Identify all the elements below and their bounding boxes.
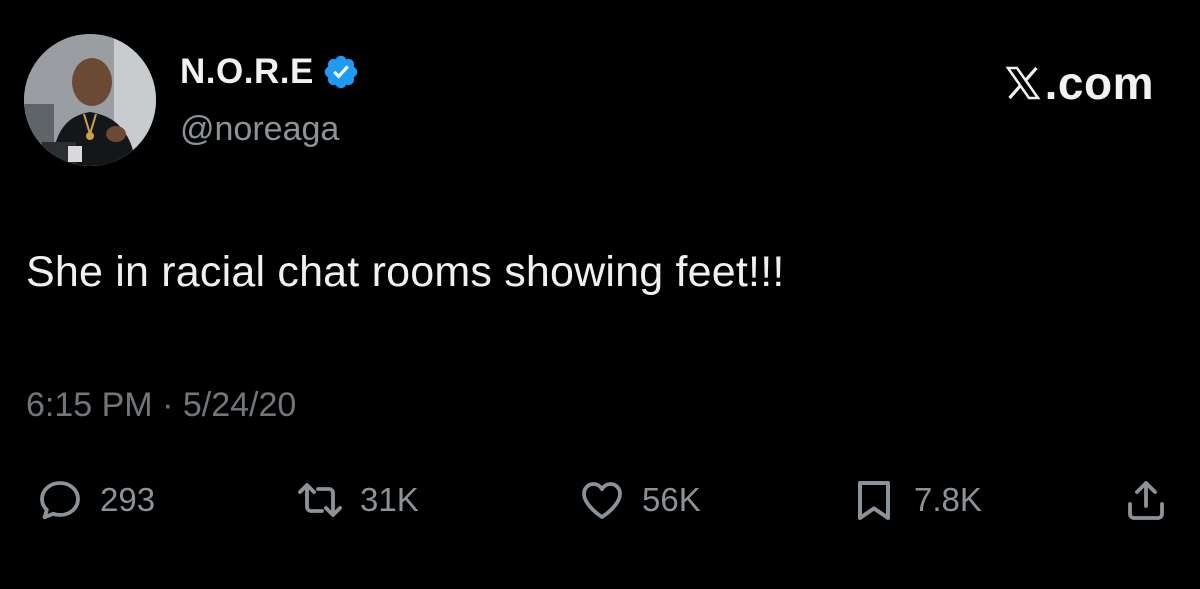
reply-count: 293 xyxy=(100,481,156,518)
retweet-button[interactable]: 31K xyxy=(296,476,419,524)
retweet-icon xyxy=(298,483,342,517)
brand-text: .com xyxy=(1044,57,1154,109)
share-icon xyxy=(1128,481,1164,520)
bookmark-button[interactable]: 7.8K xyxy=(850,476,982,524)
reply-icon xyxy=(40,481,80,520)
share-button[interactable] xyxy=(1122,476,1170,524)
verified-badge-icon xyxy=(324,55,358,89)
avatar[interactable] xyxy=(24,34,156,166)
display-name[interactable]: N.O.R.E xyxy=(180,52,314,92)
avatar-photo xyxy=(24,34,156,166)
like-count: 56K xyxy=(642,481,701,518)
author-handle[interactable]: @noreaga xyxy=(180,110,339,149)
x-logo-icon xyxy=(1005,66,1041,100)
brand-mark: .com xyxy=(1003,56,1154,110)
tweet-text: She in racial chat rooms showing feet!!! xyxy=(26,248,785,296)
heart-icon xyxy=(582,482,622,519)
retweet-count: 31K xyxy=(360,481,419,518)
author-name-row[interactable]: N.O.R.E xyxy=(180,52,360,92)
like-button[interactable]: 56K xyxy=(578,476,701,524)
bookmark-icon xyxy=(858,481,890,520)
tweet-timestamp[interactable]: 6:15 PM · 5/24/20 xyxy=(26,386,296,425)
tweet-card: N.O.R.E @noreaga .com She in racial chat… xyxy=(0,0,1200,589)
bookmark-count: 7.8K xyxy=(914,481,982,518)
reply-button[interactable]: 293 xyxy=(36,476,155,524)
